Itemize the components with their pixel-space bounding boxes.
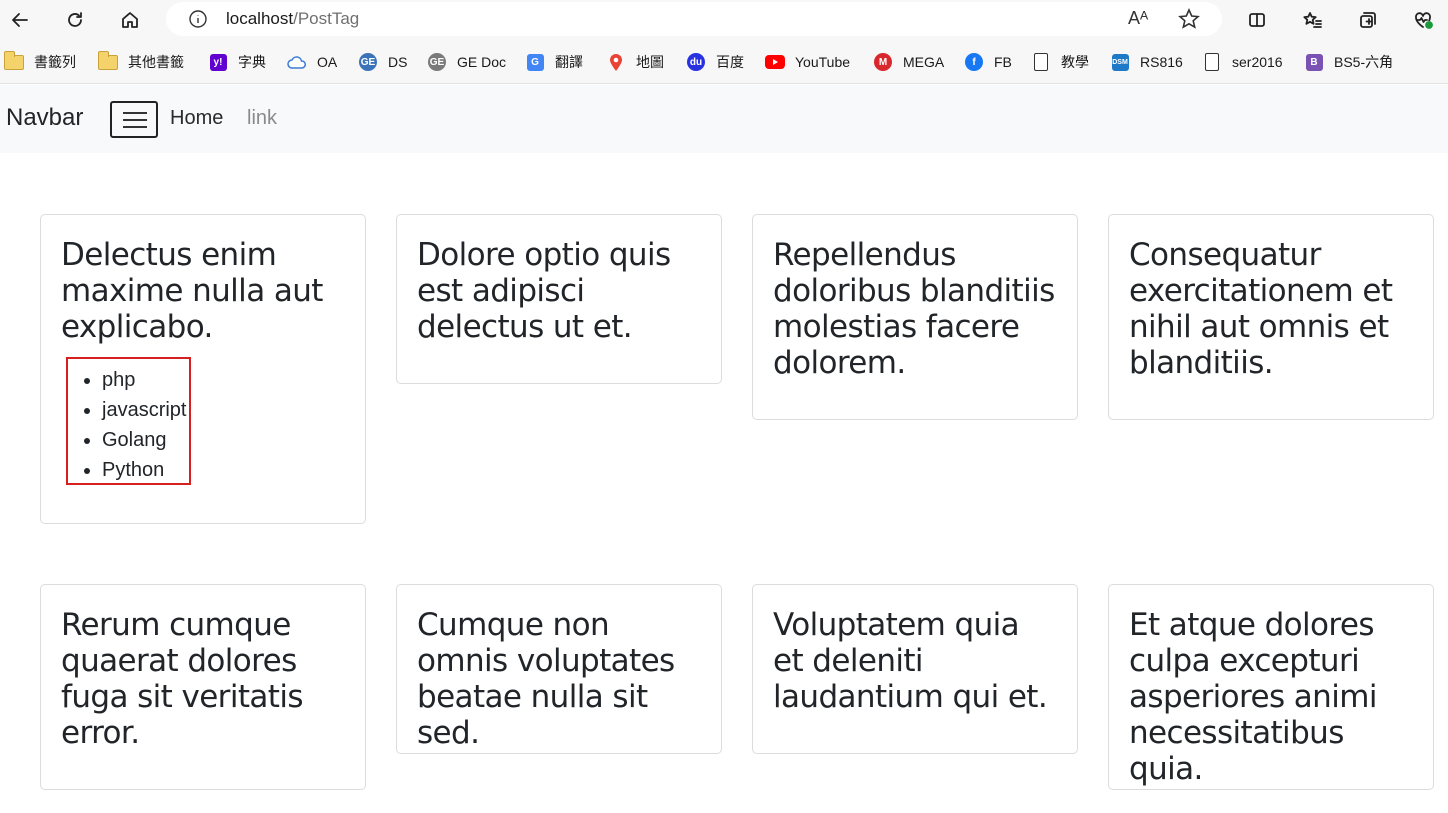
baidu-icon: du — [686, 53, 706, 71]
tag-item: Golang — [102, 425, 189, 455]
browser-toolbar: localhost/PostTag Aᴬ — [0, 0, 1448, 40]
post-card: Delectus enim maxime nulla aut explicabo… — [40, 214, 366, 524]
translate-icon: G — [525, 53, 545, 71]
post-card: Rerum cumque quaerat dolores fuga sit ve… — [40, 584, 366, 790]
back-button[interactable] — [4, 4, 36, 36]
bookmark-label: 字典 — [238, 54, 266, 70]
bookmark-label: OA — [317, 54, 338, 70]
bookmark-item[interactable]: DSM RS816 — [1110, 52, 1183, 72]
post-card: Consequatur exercitationem et nihil aut … — [1108, 214, 1434, 420]
back-arrow-icon — [12, 13, 28, 27]
bookmark-label: 地圖 — [636, 54, 664, 70]
facebook-icon: f — [964, 53, 984, 71]
tag-list: php javascript Golang Python — [68, 365, 189, 485]
tag-item: javascript — [102, 395, 189, 425]
bookmark-item[interactable]: GE GE Doc — [427, 52, 506, 72]
post-title: Repellendus doloribus blanditiis molesti… — [773, 237, 1055, 381]
bookmark-item[interactable]: M MEGA — [873, 52, 944, 72]
ge-gray-icon: GE — [427, 53, 447, 71]
bookmark-label: FB — [994, 54, 1012, 70]
bookmark-item[interactable]: YouTube — [765, 52, 850, 72]
page-icon — [1202, 53, 1222, 71]
url-host: localhost — [226, 9, 294, 28]
browser-essentials-button[interactable] — [1407, 4, 1439, 36]
map-pin-icon — [606, 53, 626, 71]
tags-highlight-box: php javascript Golang Python — [66, 357, 191, 485]
bookmark-label: YouTube — [795, 54, 851, 70]
favorites-list-icon — [1303, 12, 1322, 28]
bookmark-item[interactable]: 教學 — [1031, 52, 1089, 72]
bookmark-item[interactable]: GE DS — [358, 52, 407, 72]
post-card: Voluptatem quia et deleniti laudantium q… — [752, 584, 1078, 754]
heart-pulse-icon — [1415, 12, 1433, 29]
navbar-brand[interactable]: Navbar — [6, 104, 83, 132]
bookmark-item[interactable]: f FB — [964, 52, 1012, 72]
favorite-star-icon[interactable] — [1178, 8, 1200, 30]
hamburger-icon — [123, 112, 147, 114]
folder-icon — [97, 50, 118, 71]
bookmark-item[interactable]: 地圖 — [606, 52, 664, 72]
bookmarks-bar: 書籤列 其他書籤 y! 字典 OA GE DS GE GE Doc G 翻譯 地圖 du… — [0, 40, 1448, 84]
bookmark-item[interactable]: G 翻譯 — [525, 52, 583, 72]
bookmark-label: DS — [388, 54, 408, 70]
folder-icon — [3, 50, 24, 71]
site-info-icon[interactable] — [188, 9, 208, 29]
bootstrap-icon: B — [1304, 53, 1324, 71]
nav-link-home[interactable]: Home — [170, 107, 223, 130]
bookmark-item[interactable]: ser2016 — [1202, 52, 1283, 72]
refresh-button[interactable] — [59, 4, 91, 36]
bookmark-label: 百度 — [716, 54, 744, 70]
bookmark-label: 教學 — [1061, 54, 1089, 70]
favorites-button[interactable] — [1297, 4, 1329, 36]
collections-icon — [1360, 12, 1376, 28]
navbar-toggler-button[interactable] — [110, 101, 158, 138]
post-card: Repellendus doloribus blanditiis molesti… — [752, 214, 1078, 420]
bookmark-label: GE Doc — [457, 54, 507, 70]
split-screen-icon — [1249, 13, 1265, 27]
site-navbar: Navbar Home link — [0, 85, 1448, 153]
bookmark-item[interactable]: B BS5-六角 — [1304, 52, 1393, 72]
bookmark-label: 翻譯 — [555, 54, 583, 70]
url-text[interactable]: localhost/PostTag — [226, 9, 359, 29]
bookmark-label: MEGA — [903, 54, 945, 70]
tag-item: Python — [102, 455, 189, 485]
refresh-icon — [68, 12, 82, 27]
bookmark-item[interactable]: 書籤列 — [3, 50, 76, 72]
mega-icon: M — [873, 53, 893, 71]
bookmark-label: BS5-六角 — [1334, 54, 1394, 70]
bookmark-label: 其他書籤 — [128, 54, 184, 70]
bookmark-item[interactable]: OA — [287, 52, 337, 72]
yahoo-icon: y! — [208, 53, 228, 71]
read-aloud-icon[interactable]: Aᴬ — [1128, 8, 1148, 29]
page-icon — [1031, 53, 1051, 71]
bookmark-item[interactable]: 其他書籤 — [97, 50, 184, 72]
post-title: Rerum cumque quaerat dolores fuga sit ve… — [61, 607, 304, 751]
post-card: Cumque non omnis voluptates beatae nulla… — [396, 584, 722, 754]
collections-button[interactable] — [1352, 4, 1384, 36]
post-title: Voluptatem quia et deleniti laudantium q… — [773, 607, 1048, 715]
home-button[interactable] — [114, 4, 146, 36]
dsm-icon: DSM — [1110, 53, 1130, 71]
ge-icon: GE — [358, 53, 378, 71]
bookmark-item[interactable]: y! 字典 — [208, 52, 266, 72]
youtube-icon — [765, 53, 785, 71]
tag-item: php — [102, 365, 189, 395]
nav-link-link[interactable]: link — [247, 107, 277, 130]
cloud-icon — [287, 53, 307, 71]
post-title: Delectus enim maxime nulla aut explicabo… — [61, 237, 323, 345]
bookmark-item[interactable]: du 百度 — [686, 52, 744, 72]
post-title: Dolore optio quis est adipisci delectus … — [417, 237, 671, 345]
bookmark-label: RS816 — [1140, 54, 1183, 70]
url-path: /PostTag — [293, 9, 360, 28]
split-screen-button[interactable] — [1241, 4, 1273, 36]
home-icon — [122, 12, 138, 28]
post-card: Dolore optio quis est adipisci delectus … — [396, 214, 722, 384]
post-title: Cumque non omnis voluptates beatae nulla… — [417, 607, 675, 751]
bookmark-label: 書籤列 — [34, 54, 76, 70]
post-title: Et atque dolores culpa excepturi asperio… — [1129, 607, 1377, 787]
address-bar[interactable]: localhost/PostTag Aᴬ — [166, 2, 1222, 36]
post-title: Consequatur exercitationem et nihil aut … — [1129, 237, 1393, 381]
post-card: Et atque dolores culpa excepturi asperio… — [1108, 584, 1434, 790]
bookmark-label: ser2016 — [1232, 54, 1283, 70]
